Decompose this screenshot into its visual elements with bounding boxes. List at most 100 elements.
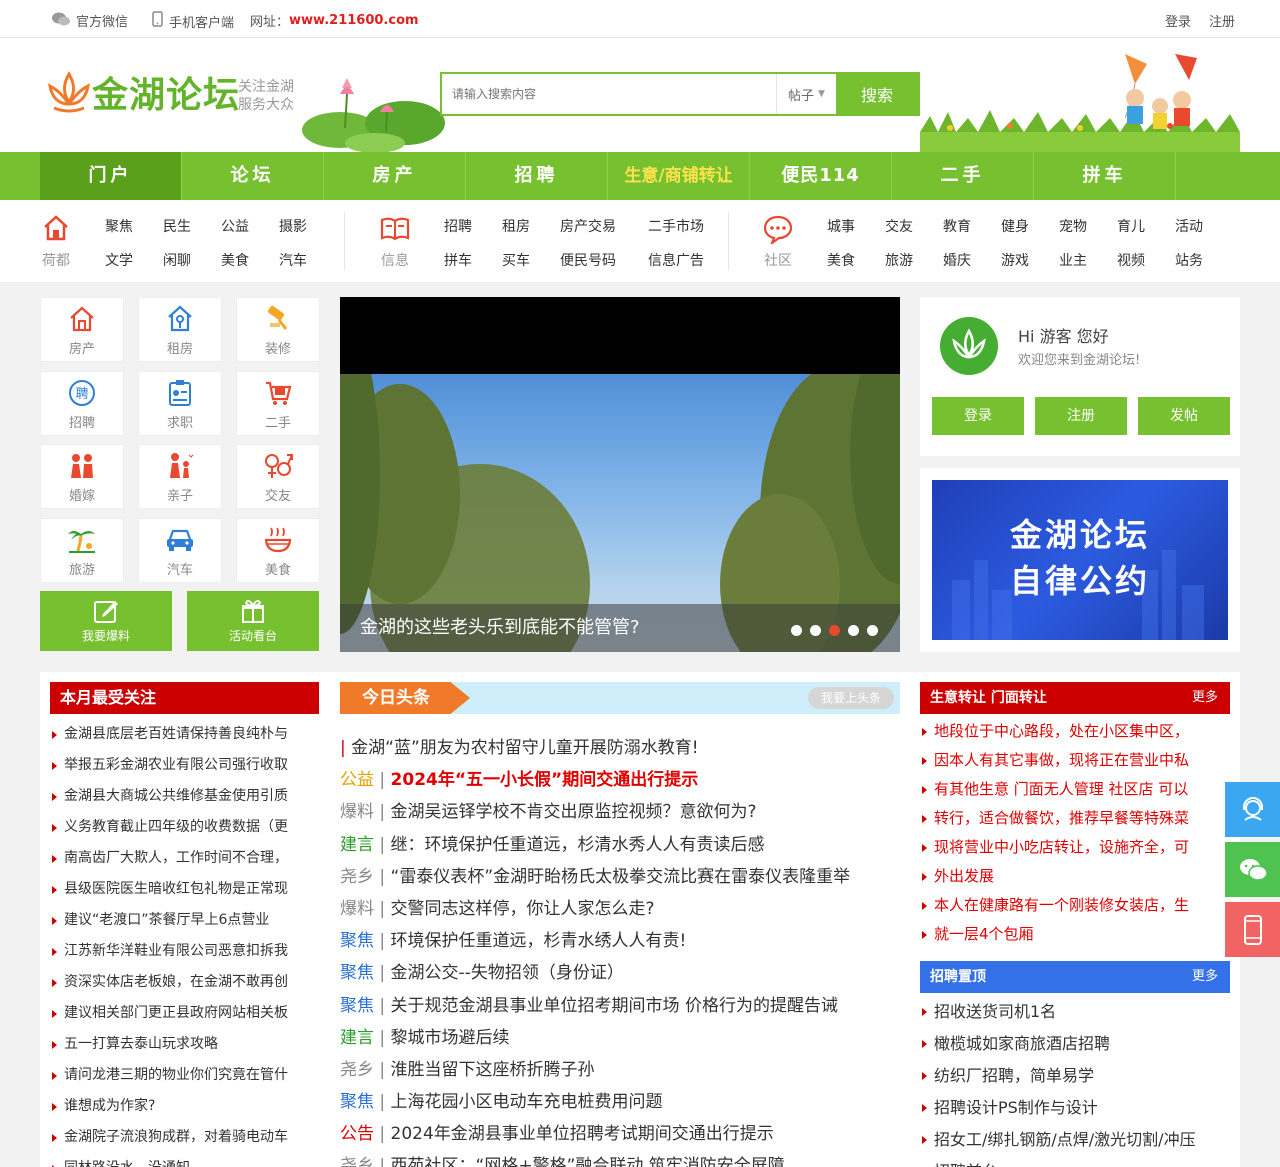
subnav-link[interactable]: 教育 (943, 216, 971, 236)
subnav-link[interactable]: 文学 (105, 250, 133, 270)
subnav-link[interactable]: 城事 (827, 216, 855, 236)
subnav-group-label[interactable]: 信息 (379, 250, 411, 270)
list-item[interactable]: 纺织厂招聘，简单易学 (920, 1060, 1225, 1092)
report-news-button[interactable]: 我要爆料 (40, 591, 172, 651)
list-item[interactable]: 义务教育截止四年级的收费数据（更 (50, 812, 315, 843)
post-button[interactable]: 发帖 (1138, 397, 1230, 435)
nav-item-secondhand[interactable]: 二手 (892, 152, 1034, 200)
headline-tag[interactable]: 爆料 (340, 899, 374, 919)
list-item[interactable]: 招收送货司机1名 (920, 996, 1225, 1028)
subnav-link[interactable]: 站务 (1175, 250, 1203, 270)
nav-item-forum[interactable]: 论坛 (182, 152, 324, 200)
headline-item[interactable]: 尧乡 | 西苑社区：“网格+警格”融合联动 筑牢消防安全屏障 (340, 1150, 900, 1167)
headline-tag[interactable]: 尧乡 (340, 1156, 374, 1167)
list-item[interactable]: 金湖县大商城公共维修基金使用引质 (50, 781, 315, 812)
self-discipline-banner[interactable]: 金湖论坛 自律公约 (920, 468, 1240, 652)
wechat-float-button[interactable] (1225, 842, 1280, 897)
headline-tag[interactable]: 尧乡 (340, 1060, 374, 1080)
headline-tag[interactable]: 爆料 (340, 802, 374, 822)
category-travel[interactable]: 旅游 (40, 518, 124, 583)
headline-text[interactable]: 2024年金湖县事业单位招聘考试期间交通出行提示 (391, 1124, 774, 1144)
headline-tag[interactable]: 聚焦 (340, 931, 374, 951)
headline-item[interactable]: 尧乡 | 淮胜当留下这座桥折腾子孙 (340, 1054, 900, 1086)
search-scope-select[interactable]: 帖子 ▼ (776, 74, 836, 114)
subnav-link[interactable]: 育儿 (1117, 216, 1145, 236)
category-wedding[interactable]: 婚嫁 (40, 444, 124, 509)
slide-dot[interactable] (791, 625, 802, 636)
category-recruit[interactable]: 聘 招聘 (40, 371, 124, 436)
headline-item[interactable]: 尧乡 | “雷泰仪表杯”金湖盱眙杨氏太极拳交流比赛在雷泰仪表隆重举 (340, 861, 900, 893)
customer-service-button[interactable] (1225, 782, 1280, 837)
list-item[interactable]: 转行，适合做餐饮，推荐早餐等特殊菜 (920, 804, 1225, 833)
list-item[interactable]: 招聘设计PS制作与设计 (920, 1092, 1225, 1124)
category-dating[interactable]: 交友 (236, 444, 320, 509)
headline-tag[interactable]: 尧乡 (340, 867, 374, 887)
list-item[interactable]: 就一层4个包厢 (920, 920, 1225, 949)
subnav-group-label[interactable]: 社区 (762, 250, 794, 270)
more-link[interactable]: 更多 (1192, 961, 1218, 993)
nav-item-convenience[interactable]: 便民114 (750, 152, 892, 200)
slide-dot-active[interactable] (829, 625, 840, 636)
headline-item[interactable]: 建言 | 继：环境保护任重道远，杉清水秀人人有责读后感 (340, 829, 900, 861)
url-value[interactable]: www.211600.com (289, 13, 419, 28)
subnav-link[interactable]: 信息广告 (648, 250, 704, 270)
nav-item-house[interactable]: 房产 (324, 152, 466, 200)
list-item[interactable]: 本人在健康路有一个刚装修女装店，生 (920, 891, 1225, 920)
list-item[interactable]: 因本人有其它事做，现将正在营业中私 (920, 746, 1225, 775)
list-item[interactable]: 谁想成为作家? (50, 1091, 315, 1122)
list-item[interactable]: 五一打算去泰山玩求攻略 (50, 1029, 315, 1060)
subnav-link[interactable]: 汽车 (279, 250, 307, 270)
headline-text[interactable]: 西苑社区：“网格+警格”融合联动 筑牢消防安全屏障 (391, 1156, 785, 1167)
headline-text[interactable]: “雷泰仪表杯”金湖盱眙杨氏太极拳交流比赛在雷泰仪表隆重举 (391, 867, 851, 887)
list-item[interactable]: 同林路没水，没通知 (50, 1153, 315, 1167)
headline-text[interactable]: 金湖“蓝”朋友为农村留守儿童开展防溺水教育! (351, 738, 698, 758)
list-item[interactable]: 建议“老渡口”茶餐厅早上6点营业 (50, 905, 315, 936)
headline-text[interactable]: 2024年“五一小长假”期间交通出行提示 (391, 770, 699, 790)
login-link[interactable]: 登录 (1165, 11, 1191, 30)
subnav-link[interactable]: 旅游 (885, 250, 913, 270)
headline-text[interactable]: 金湖公交--失物招领（身份证） (391, 963, 624, 983)
list-item[interactable]: 金湖县底层老百姓请保持善良纯朴与 (50, 719, 315, 750)
subnav-link[interactable]: 交友 (885, 216, 913, 236)
register-link[interactable]: 注册 (1209, 11, 1235, 30)
nav-item-business-transfer[interactable]: 生意/商铺转让 (608, 152, 750, 200)
subnav-link[interactable]: 买车 (502, 250, 530, 270)
headline-text[interactable]: 环境保护任重道远，杉青水绣人人有责! (391, 931, 687, 951)
headline-item[interactable]: 聚焦 | 关于规范金湖县事业单位招考期间市场 价格行为的提醒告诫 (340, 990, 900, 1022)
mobile-float-button[interactable] (1225, 902, 1280, 957)
subnav-link[interactable]: 公益 (221, 216, 249, 236)
headline-tag[interactable]: 聚焦 (340, 963, 374, 983)
list-item[interactable]: 橄榄城如家商旅酒店招聘 (920, 1028, 1225, 1060)
subnav-link[interactable]: 租房 (502, 216, 530, 236)
headline-item[interactable]: 建言 | 黎城市场避后续 (340, 1022, 900, 1054)
subnav-link[interactable]: 闲聊 (163, 250, 191, 270)
subnav-link[interactable]: 聚焦 (105, 216, 133, 236)
headline-text[interactable]: 上海花园小区电动车充电桩费用问题 (391, 1092, 663, 1112)
list-item[interactable]: 现将营业中小吃店转让，设施齐全，可 (920, 833, 1225, 862)
headline-text[interactable]: 关于规范金湖县事业单位招考期间市场 价格行为的提醒告诫 (391, 996, 838, 1016)
subnav-link[interactable]: 摄影 (279, 216, 307, 236)
headline-item[interactable]: 公益 | 2024年“五一小长假”期间交通出行提示 (340, 764, 900, 796)
wechat-link[interactable]: 官方微信 (52, 11, 128, 30)
list-item[interactable]: 地段位于中心路段，处在小区集中区， (920, 717, 1225, 746)
list-item[interactable]: 招聘前台 (920, 1156, 1225, 1167)
category-secondhand[interactable]: 二手 (236, 371, 320, 436)
list-item[interactable]: 有其他生意 门面无人管理 社区店 可以 (920, 775, 1225, 804)
login-button[interactable]: 登录 (932, 397, 1024, 435)
headline-item[interactable]: 聚焦 | 上海花园小区电动车充电桩费用问题 (340, 1086, 900, 1118)
subnav-link[interactable]: 业主 (1059, 250, 1087, 270)
headline-tag[interactable]: 建言 (340, 1028, 374, 1048)
search-input[interactable] (442, 74, 776, 114)
headline-text[interactable]: 金湖吴运铎学校不肯交出原监控视频？意欲何为? (391, 802, 757, 822)
list-item[interactable]: 江苏新华洋鞋业有限公司恶意扣拆我 (50, 936, 315, 967)
subnav-group-label[interactable]: 荷都 (40, 250, 72, 270)
subnav-link[interactable]: 房产交易 (560, 216, 616, 236)
subnav-link[interactable]: 拼车 (444, 250, 472, 270)
headline-item[interactable]: 公告 | 2024年金湖县事业单位招聘考试期间交通出行提示 (340, 1118, 900, 1150)
headline-tag[interactable]: 公益 (340, 770, 374, 790)
list-item[interactable]: 金湖院子流浪狗成群，对着骑电动车 (50, 1122, 315, 1153)
list-item[interactable]: 请问龙港三期的物业你们究竟在管什 (50, 1060, 315, 1091)
more-link[interactable]: 更多 (1192, 682, 1218, 714)
register-button[interactable]: 注册 (1035, 397, 1127, 435)
headline-text[interactable]: 淮胜当留下这座桥折腾子孙 (391, 1060, 595, 1080)
